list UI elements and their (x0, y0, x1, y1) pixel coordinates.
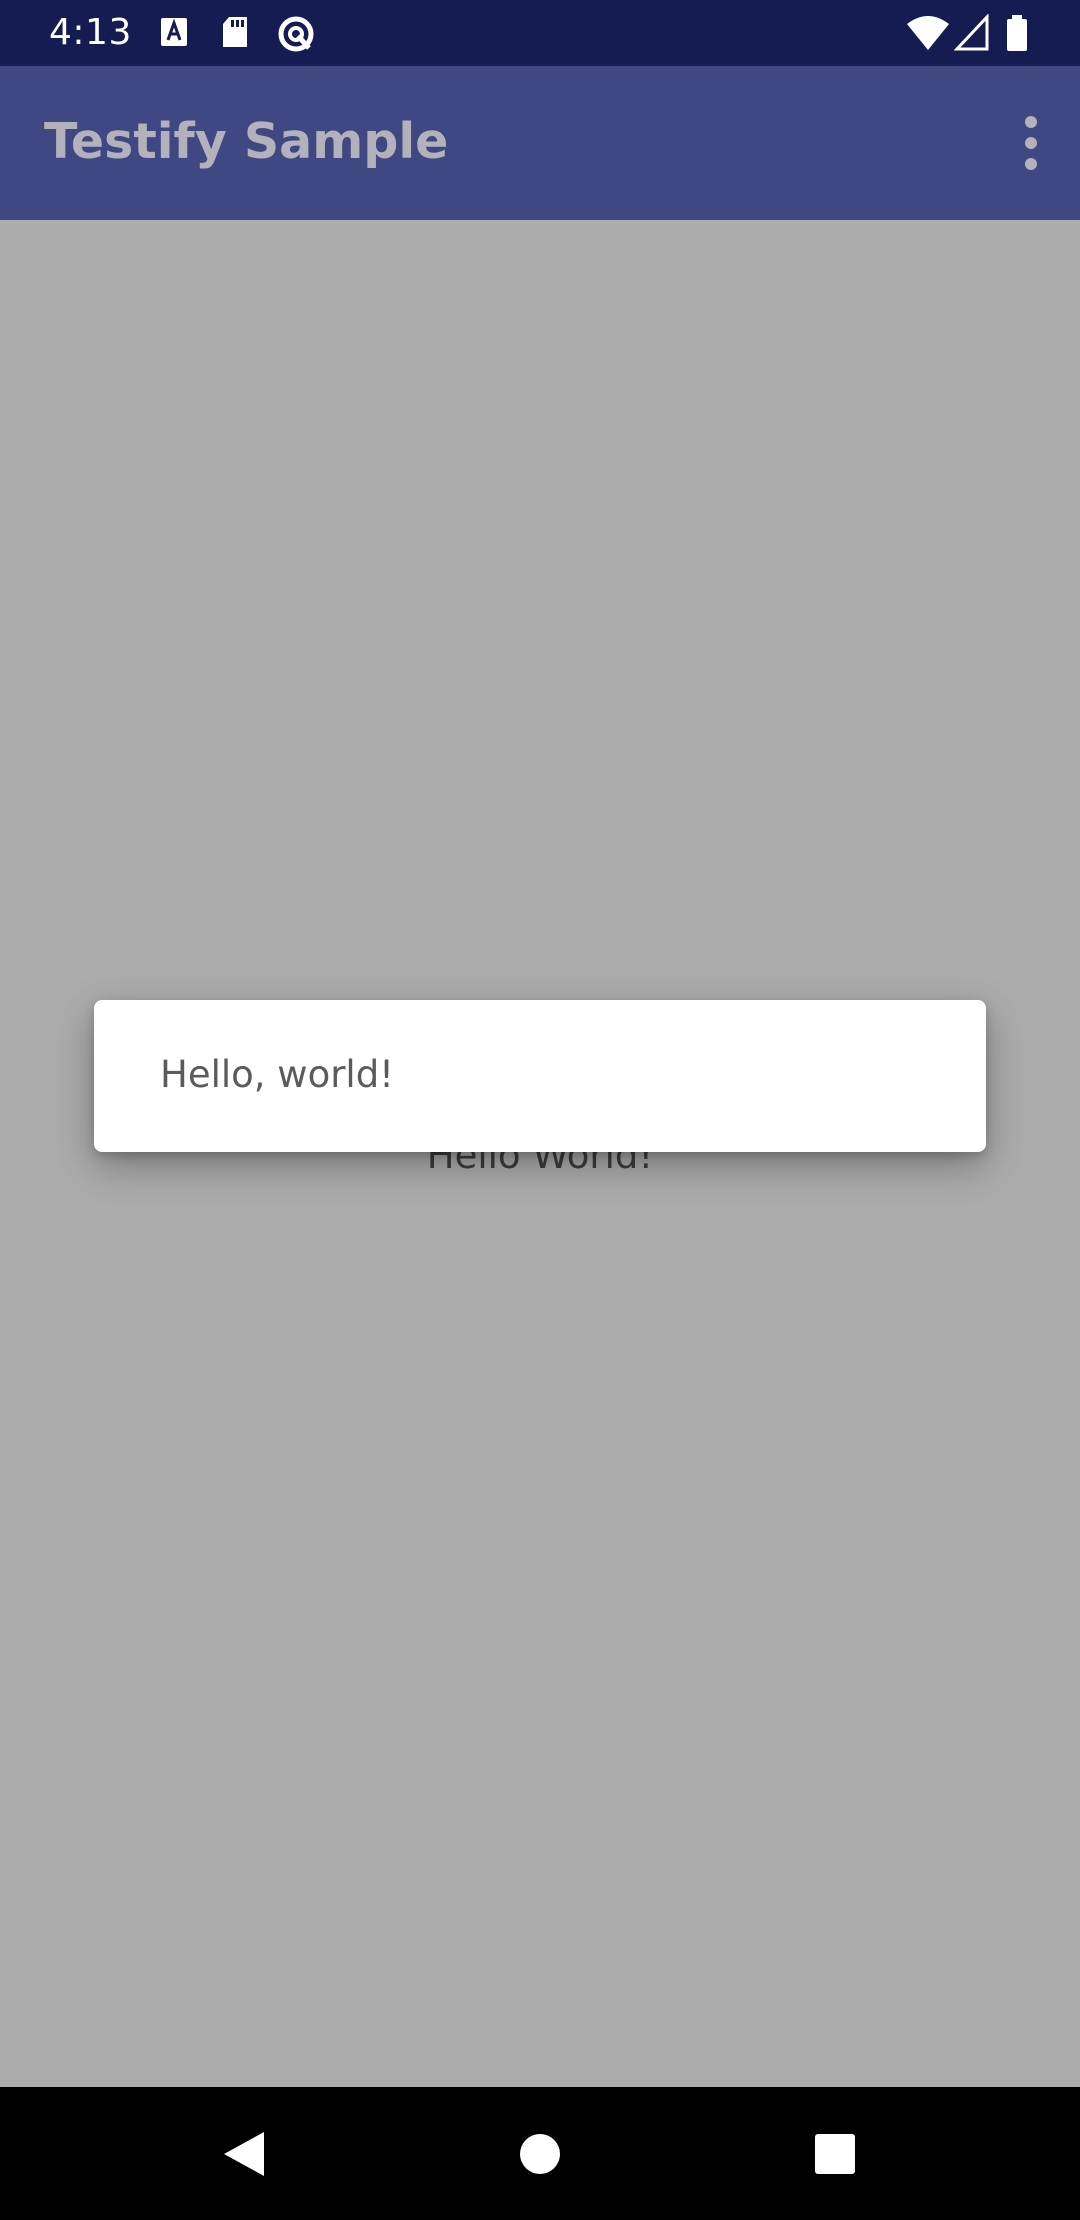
recents-button[interactable] (790, 2109, 880, 2199)
navigation-bar (0, 2087, 1080, 2220)
recents-icon (815, 2134, 855, 2174)
dialog-message: Hello, world! (160, 1053, 395, 1096)
wifi-icon (906, 14, 950, 56)
home-button[interactable] (495, 2109, 585, 2199)
back-icon (224, 2132, 264, 2176)
battery-icon (1004, 14, 1030, 56)
app-title: Testify Sample (44, 113, 449, 170)
sd-card-icon (220, 14, 250, 54)
overflow-menu-button[interactable] (1004, 107, 1058, 179)
cell-signal-icon (953, 13, 990, 56)
status-time: 4:13 (49, 12, 132, 53)
app-bar: Testify Sample (0, 66, 1080, 220)
data-saver-icon (275, 14, 317, 58)
more-vert-icon (1025, 116, 1037, 170)
status-bar: 4:13 (0, 0, 1080, 66)
font-download-icon (160, 14, 188, 54)
screen: 4:13 Testify Sample Hello World! Hello, … (0, 0, 1080, 2220)
dialog[interactable]: Hello, world! (94, 1000, 986, 1152)
home-icon (520, 2134, 560, 2174)
back-button[interactable] (199, 2109, 289, 2199)
